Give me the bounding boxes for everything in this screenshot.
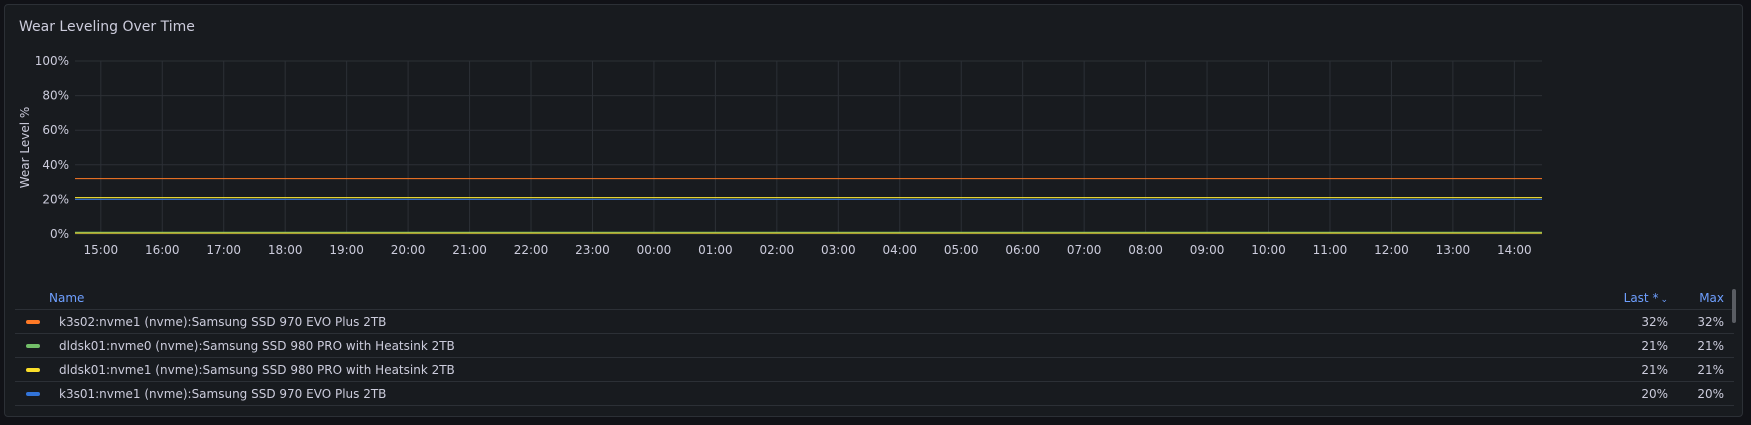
legend-row[interactable]: k3s02:nvme1 (nvme):Samsung SSD 970 EVO P… [15,310,1734,334]
x-tick-label: 19:00 [329,243,364,257]
x-tick-label: 01:00 [698,243,733,257]
x-tick-label: 21:00 [452,243,487,257]
x-tick-label: 12:00 [1374,243,1409,257]
x-tick-label: 10:00 [1251,243,1286,257]
y-axis-label: Wear Level % [18,107,32,189]
x-tick-label: 15:00 [84,243,119,257]
legend-table: Name Last * ⌄ Max k3s02:nvme1 (nvme):Sams… [15,287,1734,406]
legend-series-name: dldsk01:nvme1 (nvme):Samsung SSD 980 PRO… [59,362,455,377]
series-color-swatch[interactable] [26,343,40,348]
x-tick-label: 18:00 [268,243,303,257]
x-tick-label: 16:00 [145,243,180,257]
y-tick-label: 60% [42,123,69,137]
legend-row[interactable]: dldsk01:nvme1 (nvme):Samsung SSD 980 PRO… [15,358,1734,382]
legend-last-header-label: Last * [1623,291,1659,305]
legend-max-header[interactable]: Max [1668,291,1734,305]
legend-series-name: k3s02:nvme1 (nvme):Samsung SSD 970 EVO P… [59,314,387,329]
legend-last-value: 20% [1641,386,1668,401]
chevron-down-icon: ⌄ [1660,295,1668,305]
x-tick-label: 02:00 [760,243,795,257]
y-tick-label: 0% [50,227,69,241]
legend-last-header[interactable]: Last * ⌄ [1598,291,1668,305]
legend-max-value: 20% [1697,386,1724,401]
legend-max-value: 32% [1697,314,1724,329]
x-tick-label: 22:00 [514,243,549,257]
legend-series-name: dldsk01:nvme0 (nvme):Samsung SSD 980 PRO… [59,338,455,353]
legend-row[interactable]: dldsk01:nvme0 (nvme):Samsung SSD 980 PRO… [15,334,1734,358]
legend-max-value: 21% [1697,338,1724,353]
wear-leveling-panel: Wear Leveling Over Time 0% 20% 40% 60% 80% 10… [4,4,1743,417]
y-tick-label: 40% [42,158,69,172]
x-tick-label: 14:00 [1497,243,1532,257]
legend-max-value: 21% [1697,362,1724,377]
y-tick-label: 80% [42,89,69,103]
x-tick-label: 08:00 [1128,243,1163,257]
legend-last-value: 21% [1641,362,1668,377]
legend-scrollbar[interactable] [1732,289,1736,323]
wear-level-chart[interactable]: 0% 20% 40% 60% 80% 100% 15:00 16:00 17:00 18:00 19… [5,5,1742,285]
legend-row[interactable]: k3s01:nvme1 (nvme):Samsung SSD 970 EVO P… [15,382,1734,406]
x-tick-label: 09:00 [1190,243,1225,257]
x-tick-label: 11:00 [1313,243,1348,257]
legend-name-header[interactable]: Name [15,291,1598,305]
legend-series-name: k3s01:nvme1 (nvme):Samsung SSD 970 EVO P… [59,386,387,401]
x-tick-label: 00:00 [637,243,672,257]
x-tick-label: 06:00 [1005,243,1040,257]
series-color-swatch[interactable] [26,367,40,372]
x-tick-label: 04:00 [882,243,917,257]
legend-header: Name Last * ⌄ Max [15,287,1734,310]
y-tick-label: 100% [35,54,69,68]
x-tick-label: 05:00 [944,243,979,257]
x-tick-label: 17:00 [206,243,241,257]
x-tick-label: 13:00 [1436,243,1471,257]
legend-last-value: 21% [1641,338,1668,353]
series-color-swatch[interactable] [26,391,40,396]
series-color-swatch[interactable] [26,319,40,324]
x-tick-label: 07:00 [1067,243,1102,257]
x-tick-label: 23:00 [575,243,610,257]
x-tick-label: 03:00 [821,243,856,257]
legend-last-value: 32% [1641,314,1668,329]
y-tick-label: 20% [42,192,69,206]
x-tick-label: 20:00 [391,243,426,257]
